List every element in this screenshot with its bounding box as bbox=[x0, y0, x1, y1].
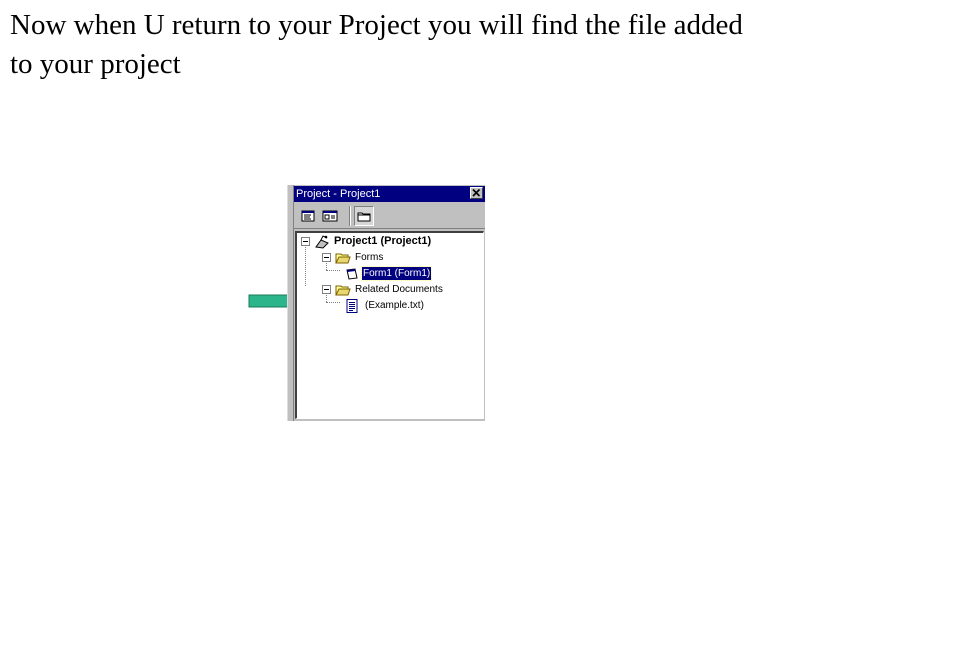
caption-line-2: to your project bbox=[10, 48, 181, 80]
view-code-icon bbox=[301, 210, 315, 222]
tree-label-forms[interactable]: Forms bbox=[354, 251, 384, 264]
tree-label-form1[interactable]: Form1 (Form1) bbox=[360, 266, 433, 281]
text-document-icon bbox=[346, 299, 358, 313]
folder-open-icon bbox=[335, 285, 351, 296]
project-icon bbox=[315, 235, 329, 249]
view-object-icon bbox=[322, 210, 338, 222]
tree-label-related-documents[interactable]: Related Documents bbox=[354, 283, 444, 296]
project-explorer-window: Project - Project1 Project1 (Project1) F… bbox=[287, 185, 485, 421]
project-tree[interactable]: Project1 (Project1) Forms Form1 (Form1) bbox=[295, 231, 484, 419]
window-titlebar[interactable]: Project - Project1 bbox=[294, 186, 485, 202]
tree-label-project[interactable]: Project1 (Project1) bbox=[333, 235, 432, 248]
tree-label-example-txt[interactable]: (Example.txt) bbox=[364, 299, 425, 312]
close-icon bbox=[472, 188, 481, 197]
tree-line bbox=[305, 244, 306, 286]
toggle-folders-button[interactable] bbox=[354, 206, 374, 226]
tree-line bbox=[326, 270, 340, 271]
instruction-caption: Now when U return to your Project you wi… bbox=[10, 6, 910, 84]
explorer-toolbar bbox=[294, 203, 485, 229]
collapse-toggle[interactable] bbox=[301, 237, 310, 246]
caption-line-1: Now when U return to your Project you wi… bbox=[10, 9, 743, 41]
collapse-toggle[interactable] bbox=[322, 253, 331, 262]
window-title: Project - Project1 bbox=[296, 188, 381, 200]
collapse-toggle[interactable] bbox=[322, 285, 331, 294]
view-code-button[interactable] bbox=[298, 206, 318, 226]
toggle-folders-icon bbox=[357, 212, 371, 222]
tree-line bbox=[326, 302, 340, 303]
close-button[interactable] bbox=[470, 187, 483, 199]
toolbar-separator bbox=[349, 206, 351, 226]
form-icon bbox=[346, 268, 358, 280]
folder-open-icon bbox=[335, 253, 351, 264]
view-object-button[interactable] bbox=[320, 206, 340, 226]
